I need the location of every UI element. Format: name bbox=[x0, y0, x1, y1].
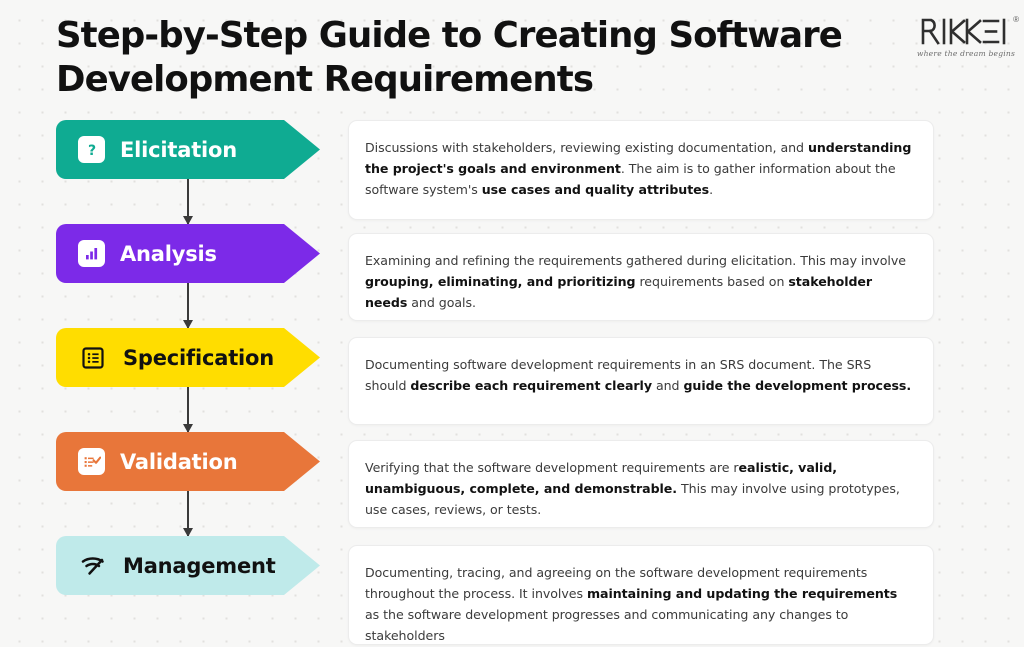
page-title: Step-by-Step Guide to Creating Software … bbox=[56, 15, 843, 101]
document-list-icon bbox=[78, 344, 108, 371]
step-label-elicitation: Elicitation bbox=[120, 137, 238, 162]
step-label-specification: Specification bbox=[123, 345, 275, 370]
rikkei-logo: ® where the dream begins bbox=[914, 15, 1019, 58]
steps-list: ? Elicitation Discussions with stakehold… bbox=[0, 120, 1024, 645]
connector-arrow-1 bbox=[183, 179, 193, 225]
step-description-card-validation: Verifying that the software development … bbox=[348, 440, 934, 528]
step-row-management: Management Documenting, tracing, and agr… bbox=[0, 536, 1024, 645]
step-badge-analysis[interactable]: Analysis bbox=[56, 224, 320, 283]
connector-arrow-3 bbox=[183, 387, 193, 433]
question-mark-icon: ? bbox=[78, 136, 105, 163]
step-row-specification: Specification Documenting software devel… bbox=[0, 328, 1024, 433]
step-badge-management[interactable]: Management bbox=[56, 536, 320, 595]
step-row-analysis: Analysis Examining and refining the requ… bbox=[0, 224, 1024, 329]
step-description-text-analysis: Examining and refining the requirements … bbox=[365, 253, 906, 310]
step-description-card-analysis: Examining and refining the requirements … bbox=[348, 233, 934, 321]
connector-arrow-4 bbox=[183, 491, 193, 537]
step-description-card-management: Documenting, tracing, and agreeing on th… bbox=[348, 545, 934, 645]
step-label-management: Management bbox=[123, 553, 276, 578]
registered-trademark-icon: ® bbox=[1013, 15, 1019, 24]
logo-wordmark: ® bbox=[914, 15, 1019, 46]
step-label-analysis: Analysis bbox=[120, 241, 217, 266]
header: Step-by-Step Guide to Creating Software … bbox=[56, 14, 1004, 110]
infographic-page: Step-by-Step Guide to Creating Software … bbox=[0, 0, 1024, 645]
step-row-validation: Validation Verifying that the software d… bbox=[0, 432, 1024, 537]
step-badge-elicitation[interactable]: ? Elicitation bbox=[56, 120, 320, 179]
checklist-icon bbox=[78, 448, 105, 475]
step-description-text-specification: Documenting software development require… bbox=[365, 357, 912, 393]
step-description-card-specification: Documenting software development require… bbox=[348, 337, 934, 425]
step-badge-specification[interactable]: Specification bbox=[56, 328, 320, 387]
step-description-text-elicitation: Discussions with stakeholders, reviewing… bbox=[365, 140, 912, 197]
bar-chart-icon bbox=[78, 240, 105, 267]
step-description-text-management: Documenting, tracing, and agreeing on th… bbox=[365, 565, 898, 643]
logo-tagline: where the dream begins bbox=[916, 49, 1016, 58]
broadcast-signal-icon bbox=[78, 552, 108, 579]
connector-arrow-2 bbox=[183, 283, 193, 329]
step-label-validation: Validation bbox=[120, 449, 238, 474]
step-badge-validation[interactable]: Validation bbox=[56, 432, 320, 491]
svg-text:?: ? bbox=[87, 143, 95, 159]
step-row-elicitation: ? Elicitation Discussions with stakehold… bbox=[0, 120, 1024, 225]
step-description-card-elicitation: Discussions with stakeholders, reviewing… bbox=[348, 120, 934, 220]
logo-lettermark-icon bbox=[921, 18, 1006, 45]
step-description-text-validation: Verifying that the software development … bbox=[365, 460, 900, 517]
